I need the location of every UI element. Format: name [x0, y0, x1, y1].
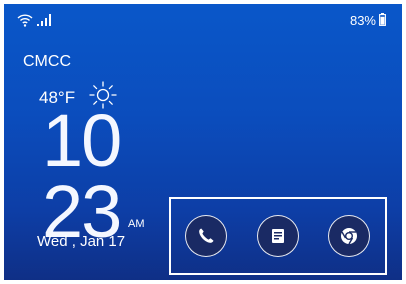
battery-level: 83% [349, 13, 376, 28]
wifi-icon [17, 14, 33, 27]
chrome-shortcut-button[interactable] [328, 215, 370, 257]
carrier-name: CMCC [23, 53, 71, 70]
shortcut-dock [169, 197, 387, 275]
phone-shortcut-button[interactable] [185, 215, 227, 257]
status-bar: 83% [4, 4, 402, 34]
battery-icon [379, 13, 386, 26]
lock-screen: 83% CMCC 48°F 10 23 AM Wed , Jan 17 [4, 4, 402, 280]
signal-icon [37, 14, 51, 26]
phone-icon [199, 228, 214, 243]
clock-date: Wed , Jan 17 [37, 233, 126, 250]
clock-ampm: AM [128, 218, 145, 230]
clock-hour: 10 [42, 99, 122, 182]
messages-icon [272, 229, 284, 243]
chrome-icon [341, 228, 357, 245]
messages-shortcut-button[interactable] [257, 215, 299, 257]
